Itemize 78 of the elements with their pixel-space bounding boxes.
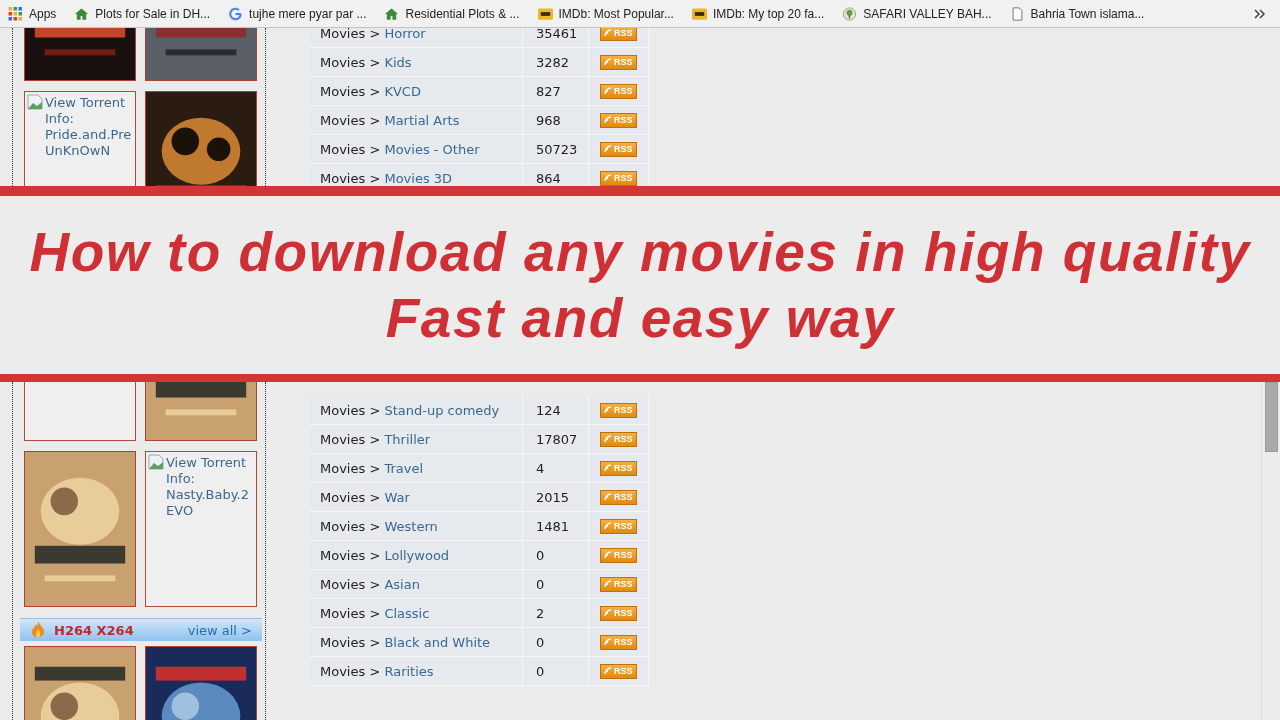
category-parent: Movies > <box>320 576 381 592</box>
category-parent: Movies > <box>320 83 381 99</box>
table-cell: 124 <box>523 396 589 425</box>
category-parent: Movies > <box>320 605 381 621</box>
category-parent: Movies > <box>320 547 381 563</box>
category-link[interactable]: Western <box>384 518 438 534</box>
table-cell: 2015 <box>523 483 589 512</box>
category-parent: Movies > <box>320 634 381 650</box>
scrollbar[interactable] <box>1261 382 1280 720</box>
banner-title: Fast and easy way <box>385 286 895 351</box>
table-cell: 50723 <box>523 135 589 164</box>
category-link[interactable]: Classic <box>384 605 430 621</box>
category-link[interactable]: Movies 3D <box>384 170 453 186</box>
category-link[interactable]: KVCD <box>384 83 421 99</box>
broken-image[interactable]: View Torrent Info: Nasty.Baby.2 EVO <box>145 451 257 607</box>
bookmark[interactable]: tujhe mere pyar par ... <box>228 6 367 21</box>
scrollbar-thumb[interactable] <box>1265 382 1278 452</box>
category-link[interactable]: Stand-up comedy <box>384 402 500 418</box>
table-cell: 0 <box>523 570 589 599</box>
broken-image-icon <box>148 454 164 470</box>
category-link[interactable]: Kids <box>384 54 412 70</box>
category-link[interactable]: Thriller <box>384 431 431 447</box>
category-parent: Movies > <box>320 402 381 418</box>
category-parent: Movies > <box>320 141 381 157</box>
bookmark[interactable]: Bahria Town islama... <box>1009 6 1145 21</box>
table-cell: 0 <box>523 657 589 686</box>
bookmark[interactable]: Residential Plots & ... <box>384 6 520 21</box>
table-cell: 864 <box>523 164 589 186</box>
category-parent: Movies > <box>320 489 381 505</box>
table-cell: 0 <box>523 541 589 570</box>
category-link[interactable]: Lollywood <box>384 547 450 563</box>
category-parent: Movies > <box>320 518 381 534</box>
flame-icon <box>30 620 46 640</box>
category-link[interactable]: Black and White <box>384 634 491 650</box>
tree-icon <box>842 6 858 21</box>
badge-icon <box>537 6 553 21</box>
google-g-icon <box>228 6 244 21</box>
table-cell: 968 <box>523 106 589 135</box>
category-link[interactable]: Asian <box>384 576 420 592</box>
view-all-link[interactable]: view all > <box>187 622 252 638</box>
broken-image[interactable]: View Torrent Info: Pride.and.Pre UnKnOwN <box>24 91 136 186</box>
bookmark[interactable]: SAFARI VALLEY BAH... <box>842 6 992 21</box>
category-link[interactable]: Horror <box>384 28 426 41</box>
category-parent: Movies > <box>320 112 381 128</box>
category-parent: Movies > <box>320 431 381 447</box>
category-parent: Movies > <box>320 54 381 70</box>
badge-icon <box>691 6 707 21</box>
house-icon <box>74 6 90 21</box>
category-link[interactable]: Movies - Other <box>384 141 480 157</box>
bookmark[interactable]: IMDb: Most Popular... <box>537 6 674 21</box>
table-cell: 0 <box>523 628 589 657</box>
table-cell: 2 <box>523 599 589 628</box>
house-icon <box>384 6 400 21</box>
broken-image-icon <box>27 94 43 110</box>
category-parent: Movies > <box>320 460 381 476</box>
bookmark[interactable]: Plots for Sale in DH... <box>74 6 211 21</box>
bookmark[interactable]: Apps <box>8 6 57 21</box>
table-cell: 17807 <box>523 425 589 454</box>
chevron-icon[interactable] <box>1254 8 1266 19</box>
alt-text: View Torrent Info: Nasty.Baby.2 EVO <box>166 454 250 519</box>
category-parent: Movies > <box>320 28 381 41</box>
category-parent: Movies > <box>320 170 381 186</box>
section-title: H264 X264 <box>54 622 134 638</box>
bookmark[interactable]: IMDb: My top 20 fa... <box>691 6 825 21</box>
category-parent: Movies > <box>320 663 381 679</box>
category-link[interactable]: Rarities <box>384 663 434 679</box>
table-cell: 3282 <box>523 48 589 77</box>
alt-text: View Torrent Info: Pride.and.Pre UnKnOwN <box>45 94 133 159</box>
table-cell: 4 <box>523 454 589 483</box>
category-link[interactable]: Martial Arts <box>384 112 460 128</box>
apps-grid-icon <box>8 6 23 21</box>
category-link[interactable]: Travel <box>384 460 424 476</box>
table-cell: 827 <box>523 77 589 106</box>
table-cell: 35461 <box>523 28 589 48</box>
table-cell: 1481 <box>523 512 589 541</box>
category-link[interactable]: War <box>384 489 410 505</box>
banner-title: How to download any movies in high quality <box>29 220 1251 285</box>
page-icon <box>1009 6 1025 21</box>
